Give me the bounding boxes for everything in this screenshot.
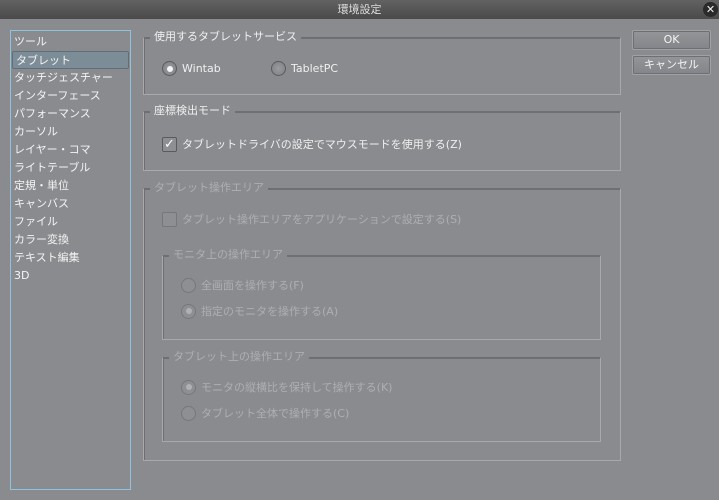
sidebar-item[interactable]: テキスト編集 [11, 249, 130, 267]
sidebar-item[interactable]: ファイル [11, 213, 130, 231]
radio-icon [181, 303, 196, 319]
radio-tabletpc[interactable]: TabletPC [271, 61, 338, 76]
ok-button[interactable]: OK [632, 30, 711, 50]
option-label: TabletPC [291, 62, 339, 75]
group-title: 使用するタブレットサービス [150, 30, 301, 44]
category-list[interactable]: ツール タブレット タッチジェスチャー インターフェース パフォーマンス カーソル レイヤー… [10, 30, 131, 490]
option-label: 指定のモニタを操作する(A) [201, 305, 339, 318]
radio-icon [181, 277, 196, 293]
sidebar-item[interactable]: パフォーマンス [11, 105, 130, 123]
radio-full-screen[interactable]: 全画面を操作する(F) [181, 277, 304, 293]
group-title: モニタ上の操作エリア [169, 248, 287, 262]
radio-whole-tablet[interactable]: タブレット全体で操作する(C) [181, 405, 349, 421]
sidebar-item[interactable]: ライトテーブル [11, 159, 130, 177]
app-area-checkbox[interactable]: タブレット操作エリアをアプリケーションで設定する(S) [162, 211, 461, 227]
cancel-button[interactable]: キャンセル [632, 55, 711, 75]
sidebar-item[interactable]: タッチジェスチャー [11, 69, 130, 87]
checkbox-icon [162, 211, 177, 227]
title-bar: 環境設定 ✕ [0, 0, 719, 19]
radio-icon [181, 405, 196, 421]
coord-mode-group: 座標検出モード ✓ タブレットドライバの設定でマウスモードを使用する(Z) [143, 104, 621, 171]
radio-icon [271, 61, 286, 76]
sidebar-item[interactable]: 定規・単位 [11, 177, 130, 195]
tablet-area-group: タブレット操作エリア タブレット操作エリアをアプリケーションで設定する(S) モ… [143, 181, 621, 461]
radio-icon [181, 379, 196, 395]
option-label: Wintab [182, 62, 221, 75]
checkmark-icon: ✓ [162, 136, 177, 152]
sidebar-item[interactable]: タブレット [12, 51, 129, 69]
checkbox-label: タブレットドライバの設定でマウスモードを使用する(Z) [182, 138, 462, 151]
radio-wintab[interactable]: Wintab [162, 61, 221, 76]
tablet-service-group: 使用するタブレットサービス Wintab TabletPC [143, 30, 621, 95]
sidebar-item[interactable]: キャンバス [11, 195, 130, 213]
sidebar-item[interactable]: カラー変換 [11, 231, 130, 249]
group-title: 座標検出モード [150, 104, 235, 118]
group-title: タブレット操作エリア [150, 181, 268, 195]
close-icon[interactable]: ✕ [703, 2, 718, 17]
option-label: モニタの縦横比を保持して操作する(K) [201, 381, 393, 394]
tablet-area-subgroup: タブレット上の操作エリア モニタの縦横比を保持して操作する(K) タブレット全体… [162, 350, 601, 442]
sidebar-item[interactable]: ツール [11, 33, 130, 51]
monitor-area-group: モニタ上の操作エリア 全画面を操作する(F) 指定のモニタを操作する(A) [162, 248, 601, 340]
mouse-mode-checkbox[interactable]: ✓ タブレットドライバの設定でマウスモードを使用する(Z) [162, 136, 462, 152]
sidebar-item[interactable]: インターフェース [11, 87, 130, 105]
window-title: 環境設定 [337, 3, 382, 16]
sidebar-item[interactable]: カーソル [11, 123, 130, 141]
checkbox-label: タブレット操作エリアをアプリケーションで設定する(S) [182, 213, 462, 226]
radio-icon [162, 61, 177, 76]
option-label: 全画面を操作する(F) [201, 279, 304, 292]
sidebar-item[interactable]: 3D [11, 267, 130, 285]
group-title: タブレット上の操作エリア [169, 350, 309, 364]
radio-specified-monitor[interactable]: 指定のモニタを操作する(A) [181, 303, 338, 319]
option-label: タブレット全体で操作する(C) [201, 407, 350, 420]
radio-keep-aspect[interactable]: モニタの縦横比を保持して操作する(K) [181, 379, 392, 395]
sidebar-item[interactable]: レイヤー・コマ [11, 141, 130, 159]
